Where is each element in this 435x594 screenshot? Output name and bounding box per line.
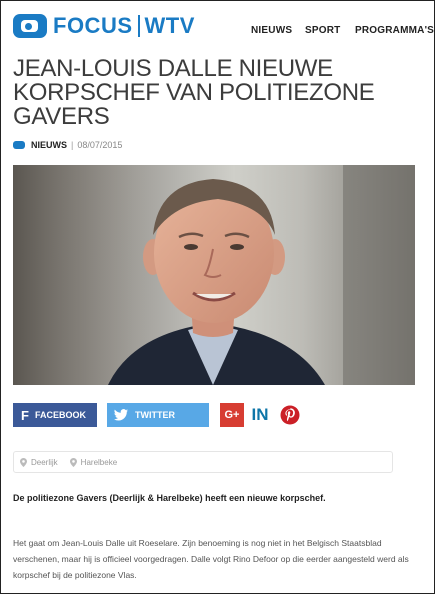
share-linkedin-button[interactable]: in <box>248 403 272 427</box>
share-pinterest-button[interactable] <box>278 403 302 427</box>
article-date: 08/07/2015 <box>77 140 123 150</box>
logo-text: FOCUS WTV <box>53 13 195 39</box>
site-logo[interactable]: FOCUS WTV <box>13 13 195 39</box>
category-icon <box>13 141 25 149</box>
location-pin-icon <box>20 457 27 467</box>
logo-text-focus: FOCUS <box>53 13 133 38</box>
article-photo <box>13 165 415 385</box>
tag-deerlijk[interactable]: Deerlijk <box>20 457 58 467</box>
logo-tv-icon <box>13 14 47 38</box>
article-title: JEAN-LOUIS DALLE NIEUWE KORPSCHEF VAN PO… <box>13 55 375 130</box>
logo-divider <box>137 15 140 37</box>
googleplus-icon: G+ <box>224 409 240 421</box>
linkedin-icon: in <box>251 405 269 424</box>
article-lead: De politiezone Gavers (Deerlijk & Harelb… <box>13 493 326 503</box>
location-pin-icon <box>69 457 77 467</box>
twitter-icon <box>114 409 128 421</box>
share-twitter-label: TWITTER <box>135 410 175 420</box>
share-facebook-label: FACEBOOK <box>34 410 86 420</box>
article-category[interactable]: NIEUWS <box>31 140 67 150</box>
tag-label: Harelbeke <box>80 457 118 467</box>
article-body: Het gaat om Jean-Louis Dalle uit Roesela… <box>13 538 409 580</box>
share-facebook-button[interactable]: f FACEBOOK <box>13 403 97 427</box>
pinterest-icon <box>280 405 300 425</box>
nav-item-nieuws[interactable]: NIEUWS <box>251 25 292 36</box>
portrait-illustration <box>13 165 415 385</box>
facebook-icon: f <box>21 407 29 423</box>
nav-item-programmas[interactable]: PROGRAMMA'S <box>355 25 434 36</box>
logo-text-wtv: WTV <box>144 13 195 38</box>
tag-harelbeke[interactable]: Harelbeke <box>69 457 118 467</box>
meta-separator: | <box>71 140 74 150</box>
article-meta: NIEUWS | 08/07/2015 <box>13 140 122 150</box>
tag-list: Deerlijk Harelbeke <box>13 451 393 473</box>
share-twitter-button[interactable]: TWITTER <box>107 403 209 427</box>
nav-item-sport[interactable]: SPORT <box>305 25 340 36</box>
tag-label: Deerlijk <box>31 457 58 467</box>
share-googleplus-button[interactable]: G+ <box>220 403 244 427</box>
page-frame: FOCUS WTV NIEUWS SPORT PROGRAMMA'S JEAN-… <box>0 0 435 594</box>
site-header: FOCUS WTV NIEUWS SPORT PROGRAMMA'S <box>1 1 434 49</box>
